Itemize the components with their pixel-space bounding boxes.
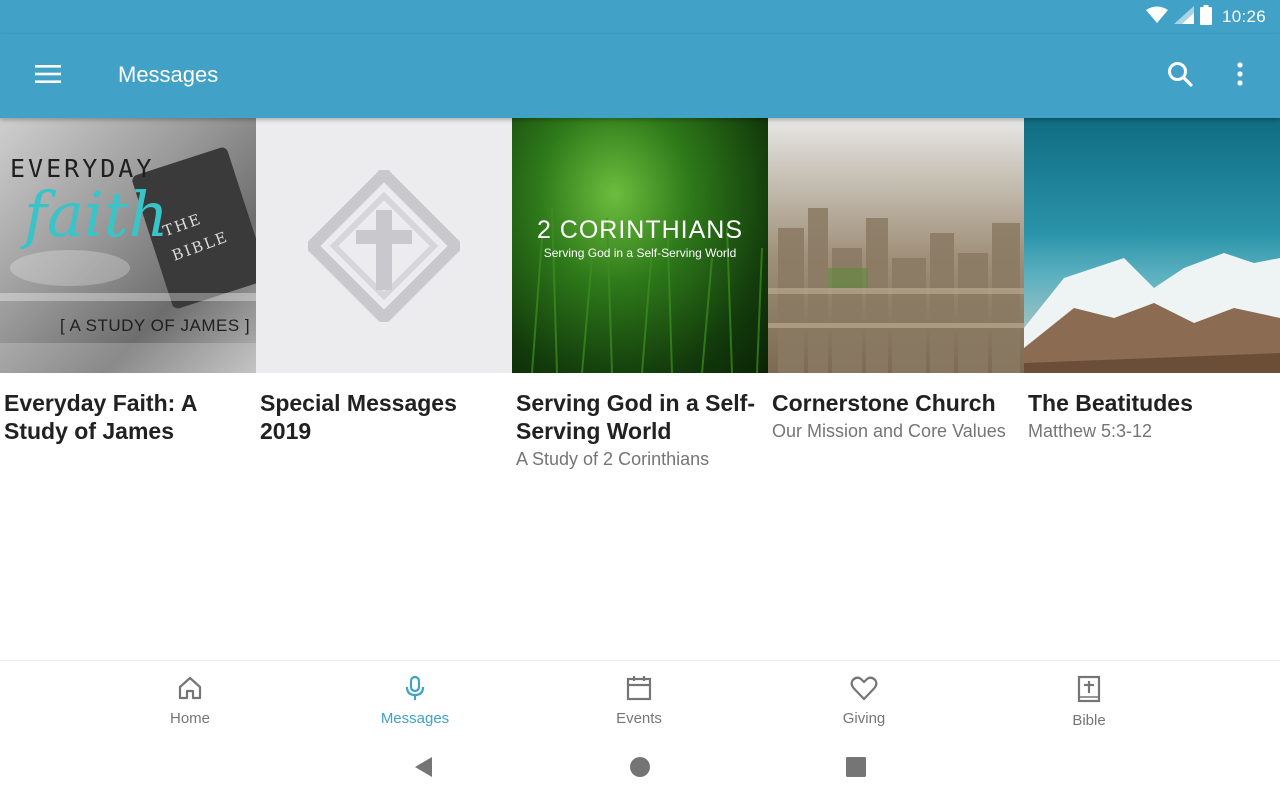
thumbnail-tagline: Serving God in a Self-Serving World xyxy=(543,246,737,260)
more-vertical-icon xyxy=(1237,61,1243,91)
more-options-button[interactable] xyxy=(1220,54,1260,98)
nav-label: Giving xyxy=(842,710,886,727)
series-card-2-corinthians[interactable]: 2 CORINTHIANS Serving God in a Self-Serv… xyxy=(512,118,768,478)
nav-item-giving[interactable]: Giving xyxy=(804,661,924,737)
series-title: Cornerstone Church xyxy=(772,390,996,416)
series-card-everyday-faith[interactable]: EVERYDAY faith THE BIBLE [ A STUDY OF JA… xyxy=(0,118,256,478)
page-title: Messages xyxy=(118,62,219,87)
series-title: The Beatitudes xyxy=(1028,390,1193,416)
nav-label: Events xyxy=(616,710,662,727)
status-time: 10:26 xyxy=(1221,7,1266,26)
bottom-navigation: Home Messages Events Giving Bible xyxy=(0,660,1280,736)
menu-button[interactable] xyxy=(24,54,72,98)
thumbnail-heading: 2 CORINTHIANS xyxy=(536,216,744,244)
signal-icon xyxy=(1173,5,1194,29)
search-button[interactable] xyxy=(1158,54,1202,98)
nav-item-home[interactable]: Home xyxy=(130,661,250,737)
back-button[interactable] xyxy=(408,754,438,784)
series-thumbnail xyxy=(1024,118,1280,373)
series-subtitle: Our Mission and Core Values xyxy=(772,421,1006,441)
nav-label: Home xyxy=(169,710,210,727)
microphone-icon xyxy=(402,675,428,706)
home-circle-icon xyxy=(629,756,651,783)
nav-label: Bible xyxy=(1072,712,1106,729)
series-thumbnail: 2 CORINTHIANS Serving God in a Self-Serv… xyxy=(512,118,768,373)
status-bar: 10:26 xyxy=(0,0,1280,34)
heart-icon xyxy=(850,675,878,706)
nav-item-events[interactable]: Events xyxy=(579,661,699,737)
series-card-cornerstone-church[interactable]: Cornerstone Church Our Mission and Core … xyxy=(768,118,1024,478)
message-series-grid: EVERYDAY faith THE BIBLE [ A STUDY OF JA… xyxy=(0,118,1280,658)
home-icon xyxy=(177,675,203,706)
nav-item-messages[interactable]: Messages xyxy=(355,661,475,737)
series-subtitle: Matthew 5:3-12 xyxy=(1028,421,1153,441)
system-navigation-bar xyxy=(0,736,1280,800)
series-title: Special Messages 2019 xyxy=(260,390,457,444)
home-system-button[interactable] xyxy=(625,754,655,784)
status-icons: 10:26 xyxy=(1145,4,1266,30)
series-card-beatitudes[interactable]: The Beatitudes Matthew 5:3-12 xyxy=(1024,118,1280,478)
calendar-icon xyxy=(626,675,652,706)
series-title: Everyday Faith: A Study of James xyxy=(4,390,197,444)
nav-label: Messages xyxy=(380,710,450,727)
recents-square-icon xyxy=(846,756,866,782)
series-title: Serving God in a Self-Serving World xyxy=(516,390,755,444)
series-thumbnail xyxy=(256,118,512,373)
back-triangle-icon xyxy=(413,756,433,783)
hamburger-menu-icon xyxy=(35,64,61,89)
series-card-special-messages[interactable]: Special Messages 2019 xyxy=(256,118,512,478)
app-bar: Messages xyxy=(0,34,1280,118)
wifi-icon xyxy=(1145,6,1168,29)
church-logo-icon xyxy=(303,165,465,327)
thumbnail-caption: [ A STUDY OF JAMES ] xyxy=(60,316,251,335)
series-thumbnail: EVERYDAY faith THE BIBLE [ A STUDY OF JA… xyxy=(0,118,256,373)
nav-item-bible[interactable]: Bible xyxy=(1029,661,1149,737)
series-thumbnail xyxy=(768,118,1024,373)
recents-button[interactable] xyxy=(841,754,871,784)
battery-icon xyxy=(1199,4,1212,30)
series-subtitle: A Study of 2 Corinthians xyxy=(516,449,710,469)
search-icon xyxy=(1167,61,1193,92)
thumbnail-text-faith: faith xyxy=(24,178,169,251)
bible-icon xyxy=(1076,675,1102,708)
